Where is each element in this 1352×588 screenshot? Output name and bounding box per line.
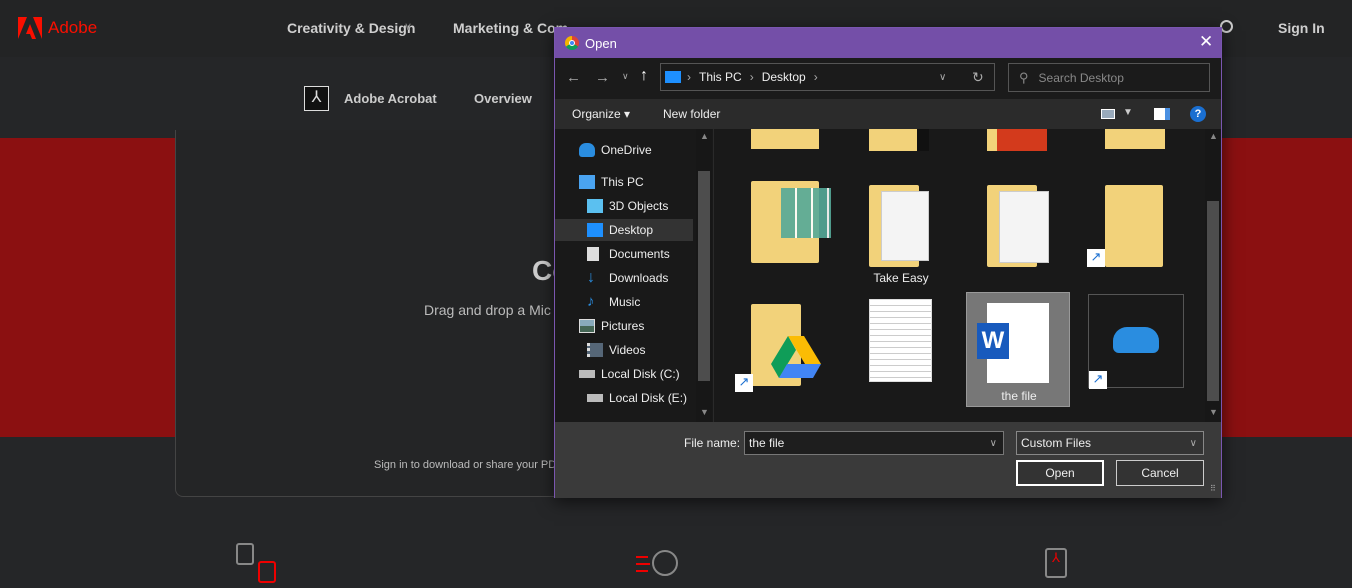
onedrive-shortcut[interactable]: ↗	[1088, 294, 1184, 389]
acrobat-icon: ⅄	[304, 86, 329, 111]
help-icon[interactable]: ?	[1190, 106, 1206, 122]
nav-pictures[interactable]: Pictures	[555, 315, 693, 337]
adobe-logo-icon	[18, 17, 42, 39]
cube-icon	[587, 199, 603, 213]
folder-icon[interactable]	[1105, 129, 1165, 149]
nav-3d-objects[interactable]: 3D Objects	[555, 195, 693, 217]
text-document-item[interactable]	[869, 299, 932, 382]
drag-drop-text: Drag and drop a Mic	[424, 302, 551, 318]
chevron-down-icon: ∨	[1189, 437, 1197, 449]
overview-link[interactable]: Overview	[474, 91, 532, 106]
shortcut-arrow-icon: ↗	[1087, 249, 1105, 267]
folder-label[interactable]: Take Easy	[851, 271, 951, 285]
resize-grip-icon[interactable]: ⠿	[1210, 484, 1216, 493]
up-icon[interactable]: ↑	[640, 67, 648, 85]
folder-take-easy[interactable]	[869, 185, 939, 267]
nav-desktop[interactable]: Desktop	[555, 219, 693, 241]
breadcrumb-desktop[interactable]: Desktop	[762, 70, 806, 84]
recent-dropdown-icon[interactable]: ∨	[622, 71, 629, 82]
folder-icon[interactable]	[751, 129, 819, 149]
forward-icon[interactable]: →	[595, 69, 610, 86]
dialog-footer: File name: the file ∨ Custom Files ∨ Open …	[555, 422, 1221, 498]
convert-icon	[236, 543, 276, 583]
file-label: the file	[1001, 389, 1037, 403]
photo-thumbnails	[781, 188, 831, 238]
dialog-titlebar[interactable]: Open ✕	[555, 28, 1221, 58]
file-name-label: File name:	[684, 436, 741, 450]
refresh-icon[interactable]: ↻	[972, 69, 984, 86]
nav-local-disk-e[interactable]: Local Disk (E:)	[555, 387, 693, 409]
computer-icon	[579, 175, 595, 189]
search-placeholder: Search Desktop	[1038, 70, 1124, 85]
nav-this-pc[interactable]: This PC	[555, 171, 693, 193]
chevron-down-icon: ∨	[989, 437, 997, 449]
chevron-down-icon: ∨	[404, 21, 413, 33]
google-drive-icon	[771, 336, 821, 378]
nav-documents[interactable]: Documents	[555, 243, 693, 265]
new-folder-button[interactable]: New folder	[663, 107, 720, 121]
adobe-logo[interactable]: Adobe	[18, 17, 97, 39]
music-icon: ♪	[587, 293, 595, 310]
shortcut-arrow-icon: ↗	[1089, 371, 1107, 389]
file-view: Take Easy ↗ ↗ W the file ↗ ▲ ▼	[713, 129, 1221, 422]
view-dropdown-icon[interactable]: ▼	[1123, 107, 1133, 118]
nav-scrollbar[interactable]: ▲ ▼	[696, 129, 712, 422]
onedrive-icon	[579, 143, 595, 157]
dialog-toolbar: Organize ▾ New folder ▼ ?	[555, 99, 1221, 129]
file-name-input[interactable]: the file ∨	[744, 431, 1004, 455]
desktop-icon	[665, 71, 681, 83]
close-icon[interactable]: ✕	[1199, 32, 1213, 52]
pdf-sparkle-icon: ⅄	[1045, 548, 1067, 578]
nav-videos[interactable]: Videos	[555, 339, 693, 361]
folder-icon[interactable]	[987, 129, 1047, 151]
video-icon	[587, 343, 603, 357]
word-icon: W	[977, 323, 1009, 359]
pictures-icon	[579, 319, 595, 333]
word-file-item[interactable]: W the file	[966, 292, 1070, 407]
product-name[interactable]: Adobe Acrobat	[344, 91, 437, 106]
drive-icon	[579, 370, 595, 378]
nav-marketing[interactable]: Marketing & Com	[453, 20, 568, 36]
address-bar[interactable]: › This PC › Desktop › ∨ ↻	[660, 63, 995, 91]
google-drive-shortcut[interactable]: ↗	[735, 304, 821, 392]
signin-note: Sign in to download or share your PD	[374, 459, 557, 471]
search-input[interactable]: ⚲ Search Desktop	[1008, 63, 1210, 92]
folder-shortcut-item[interactable]: ↗	[1087, 185, 1175, 267]
sign-in-link[interactable]: Sign In	[1278, 20, 1325, 36]
back-icon[interactable]: ←	[566, 69, 581, 86]
file-type-select[interactable]: Custom Files ∨	[1016, 431, 1204, 455]
download-icon: ↓	[587, 269, 595, 286]
address-row: ← → ∨ ↑ › This PC › Desktop › ∨ ↻ ⚲ Sear…	[555, 58, 1221, 99]
nav-onedrive[interactable]: OneDrive	[555, 139, 693, 161]
folder-pictures-item[interactable]	[751, 181, 831, 263]
cancel-button[interactable]: Cancel	[1116, 460, 1204, 486]
chrome-icon	[565, 36, 579, 50]
organize-button[interactable]: Organize ▾	[572, 107, 630, 121]
desktop-icon	[587, 223, 603, 237]
dialog-title: Open	[585, 36, 617, 51]
onedrive-icon	[1113, 327, 1159, 353]
search-icon: ⚲	[1019, 69, 1029, 85]
navigation-pane: OneDrive This PC 3D Objects Desktop Docu…	[555, 129, 713, 422]
nav-local-disk-c[interactable]: Local Disk (C:)	[555, 363, 693, 385]
folder-icon[interactable]	[869, 129, 929, 151]
drive-icon	[587, 394, 603, 402]
folder-item[interactable]	[987, 185, 1057, 267]
shortcut-arrow-icon: ↗	[735, 374, 753, 392]
nav-creativity-design[interactable]: Creativity & Design	[287, 20, 415, 36]
adobe-logo-text: Adobe	[48, 18, 98, 37]
address-dropdown-icon[interactable]: ∨	[939, 72, 946, 83]
document-icon	[587, 247, 599, 261]
content-scrollbar[interactable]: ▲ ▼	[1205, 129, 1221, 422]
open-file-dialog: Open ✕ ← → ∨ ↑ › This PC › Desktop › ∨ ↻…	[554, 27, 1222, 498]
nav-downloads[interactable]: ↓ Downloads	[555, 267, 693, 289]
nav-music[interactable]: ♪ Music	[555, 291, 693, 313]
open-button[interactable]: Open	[1016, 460, 1104, 486]
preview-pane-icon[interactable]	[1154, 108, 1170, 120]
clock-icon	[636, 550, 680, 578]
breadcrumb-this-pc[interactable]: This PC	[699, 70, 742, 84]
view-options-icon[interactable]	[1101, 109, 1115, 119]
